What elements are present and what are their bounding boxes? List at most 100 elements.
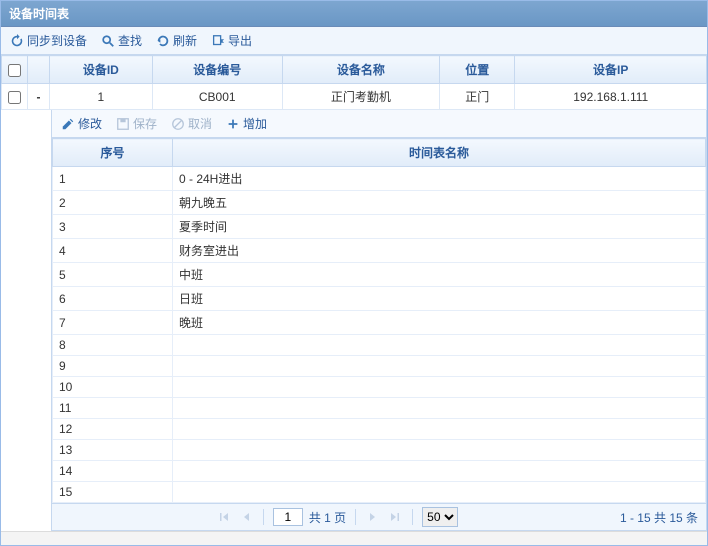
page-next-button (365, 509, 381, 525)
cell-seq: 8 (53, 335, 173, 356)
cell-seq: 12 (53, 419, 173, 440)
refresh-button[interactable]: 刷新 (153, 30, 200, 51)
row-checkbox[interactable] (8, 91, 21, 104)
cell-device-ip: 192.168.1.111 (515, 84, 707, 110)
cell-device-name: 正门考勤机 (282, 84, 439, 110)
cell-schedule-name (173, 419, 706, 440)
schedule-row[interactable]: 15 (53, 482, 706, 503)
expander-header (28, 56, 50, 84)
sync-label: 同步到设备 (27, 32, 87, 49)
schedule-row[interactable]: 5中班 (53, 263, 706, 287)
save-button: 保存 (113, 113, 160, 134)
schedule-row[interactable]: 14 (53, 461, 706, 482)
schedule-row[interactable]: 10 (53, 377, 706, 398)
select-all-checkbox[interactable] (8, 64, 21, 77)
page-total-text: 共 1 页 (309, 509, 346, 526)
schedule-row[interactable]: 10 - 24H进出 (53, 167, 706, 191)
export-label: 导出 (228, 32, 252, 49)
cell-seq: 3 (53, 215, 173, 239)
search-icon (101, 34, 115, 48)
schedule-row[interactable]: 12 (53, 419, 706, 440)
device-row[interactable]: - 1 CB001 正门考勤机 正门 192.168.1.111 (2, 84, 707, 110)
cell-schedule-name (173, 335, 706, 356)
add-label: 增加 (243, 115, 267, 132)
cell-seq: 10 (53, 377, 173, 398)
page-input[interactable] (273, 508, 303, 526)
cell-schedule-name (173, 377, 706, 398)
schedule-row[interactable]: 13 (53, 440, 706, 461)
cell-seq: 7 (53, 311, 173, 335)
cell-schedule-name (173, 398, 706, 419)
sync-button[interactable]: 同步到设备 (7, 30, 90, 51)
schedule-row[interactable]: 2朝九晚五 (53, 191, 706, 215)
cell-schedule-name: 朝九晚五 (173, 191, 706, 215)
sub-toolbar: 修改 保存 取消 增加 (52, 110, 706, 138)
schedule-row[interactable]: 9 (53, 356, 706, 377)
schedule-row[interactable]: 3夏季时间 (53, 215, 706, 239)
device-grid: 设备ID 设备编号 设备名称 位置 设备IP - 1 CB001 正门考勤机 正… (1, 55, 707, 110)
cell-schedule-name (173, 440, 706, 461)
col-schedule-name[interactable]: 时间表名称 (173, 139, 706, 167)
export-button[interactable]: 导出 (208, 30, 255, 51)
schedule-row[interactable]: 4财务室进出 (53, 239, 706, 263)
cell-schedule-name (173, 356, 706, 377)
nested-panel: 修改 保存 取消 增加 (51, 110, 707, 531)
cell-seq: 5 (53, 263, 173, 287)
col-device-location[interactable]: 位置 (440, 56, 515, 84)
page-size-select[interactable]: 50 (422, 507, 458, 527)
device-grid-header: 设备ID 设备编号 设备名称 位置 设备IP (2, 56, 707, 84)
col-device-name[interactable]: 设备名称 (282, 56, 439, 84)
cell-seq: 2 (53, 191, 173, 215)
col-seq[interactable]: 序号 (53, 139, 173, 167)
edit-button[interactable]: 修改 (58, 113, 105, 134)
select-all-cell[interactable] (2, 56, 28, 84)
cell-seq: 11 (53, 398, 173, 419)
cell-schedule-name: 夏季时间 (173, 215, 706, 239)
cell-schedule-name (173, 461, 706, 482)
paging-info: 1 - 15 共 15 条 (620, 509, 698, 526)
find-button[interactable]: 查找 (98, 30, 145, 51)
cell-schedule-name: 财务室进出 (173, 239, 706, 263)
schedule-row[interactable]: 6日班 (53, 287, 706, 311)
cell-device-location: 正门 (440, 84, 515, 110)
export-icon (211, 34, 225, 48)
main-toolbar: 同步到设备 查找 刷新 导出 (1, 27, 707, 55)
schedule-grid: 序号 时间表名称 10 - 24H进出2朝九晚五3夏季时间4财务室进出5中班6日… (52, 138, 706, 503)
col-device-code[interactable]: 设备编号 (152, 56, 282, 84)
cell-schedule-name (173, 482, 706, 503)
cell-seq: 1 (53, 167, 173, 191)
cell-schedule-name: 日班 (173, 287, 706, 311)
cell-seq: 13 (53, 440, 173, 461)
schedule-row[interactable]: 11 (53, 398, 706, 419)
edit-label: 修改 (78, 115, 102, 132)
row-checkbox-cell[interactable] (2, 84, 28, 110)
edit-icon (61, 117, 75, 131)
cell-seq: 15 (53, 482, 173, 503)
schedule-row[interactable]: 8 (53, 335, 706, 356)
cancel-button: 取消 (168, 113, 215, 134)
paging-bar: 共 1 页 50 1 - 15 共 15 条 (52, 503, 706, 530)
save-label: 保存 (133, 115, 157, 132)
add-icon (226, 117, 240, 131)
page-last-button (387, 509, 403, 525)
cell-device-code: CB001 (152, 84, 282, 110)
row-expander[interactable]: - (28, 84, 50, 110)
col-device-id[interactable]: 设备ID (50, 56, 153, 84)
cancel-icon (171, 117, 185, 131)
refresh-icon (156, 34, 170, 48)
schedule-row[interactable]: 7晚班 (53, 311, 706, 335)
cell-device-id: 1 (50, 84, 153, 110)
horizontal-scrollbar[interactable] (1, 531, 707, 545)
cell-schedule-name: 中班 (173, 263, 706, 287)
page-first-button (216, 509, 232, 525)
panel-title: 设备时间表 (1, 1, 707, 27)
save-icon (116, 117, 130, 131)
page-prev-button (238, 509, 254, 525)
refresh-label: 刷新 (173, 32, 197, 49)
add-button[interactable]: 增加 (223, 113, 270, 134)
device-time-panel: 设备时间表 同步到设备 查找 刷新 导出 (0, 0, 708, 546)
cell-schedule-name: 0 - 24H进出 (173, 167, 706, 191)
col-device-ip[interactable]: 设备IP (515, 56, 707, 84)
cell-seq: 14 (53, 461, 173, 482)
sync-icon (10, 34, 24, 48)
